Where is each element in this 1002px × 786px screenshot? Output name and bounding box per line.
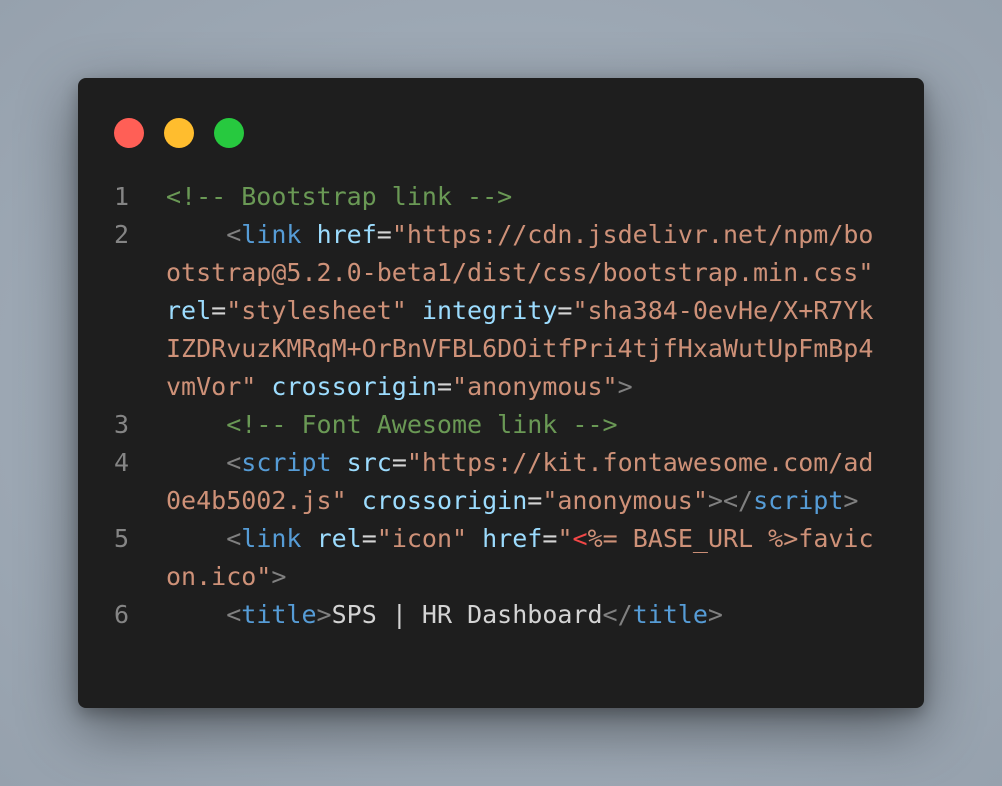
code-token-comment: <!-- Bootstrap link --> — [166, 182, 513, 211]
line-code: <title>SPS | HR Dashboard</title> — [166, 596, 876, 634]
code-line: 1 <!-- Bootstrap link --> — [78, 178, 924, 216]
line-code: <link href="https://cdn.jsdelivr.net/npm… — [166, 216, 876, 406]
code-line: 2 <link href="https://cdn.jsdelivr.net/n… — [78, 216, 924, 406]
line-number: 3 — [114, 410, 130, 439]
code-token-string: "icon" — [376, 524, 468, 553]
code-token-comment: <!-- Font Awesome link --> — [226, 410, 618, 439]
code-token-text: = — [436, 372, 453, 401]
line-number: 5 — [114, 524, 130, 553]
minimize-icon[interactable] — [164, 118, 194, 148]
line-number: 1 — [114, 182, 130, 211]
code-token-tag: title — [241, 600, 317, 629]
code-token-error: < — [572, 524, 588, 553]
code-token-tag: script — [753, 486, 844, 515]
line-code: <!-- Font Awesome link --> — [166, 406, 876, 444]
code-token-attr: href — [482, 524, 543, 553]
code-token-punct: > — [707, 600, 723, 629]
code-token-tag: title — [632, 600, 708, 629]
code-token-text: = — [376, 220, 392, 249]
line-number: 2 — [114, 220, 130, 249]
code-line: 6 <title>SPS | HR Dashboard</title> — [78, 596, 924, 634]
code-token-punct: > — [271, 562, 287, 591]
code-token-attr: src — [346, 448, 392, 477]
code-block: 1 <!-- Bootstrap link --> 2 <link href="ht… — [78, 178, 924, 634]
code-token-tag: link — [241, 524, 302, 553]
code-token-string: "anonymous" — [452, 372, 618, 401]
code-token-punct: < — [226, 448, 242, 477]
code-token-text: SPS | HR Dashboard — [331, 600, 603, 629]
code-token-punct: ></ — [707, 486, 754, 515]
code-token-attr: href — [316, 220, 377, 249]
code-token-attr: rel — [166, 296, 212, 325]
close-icon[interactable] — [114, 118, 144, 148]
line-number: 4 — [114, 448, 130, 477]
code-token-string: "stylesheet" — [226, 296, 407, 325]
code-token-attr: crossorigin — [271, 372, 437, 401]
code-line: 4 <script src="https://kit.fontawesome.c… — [78, 444, 924, 520]
code-token-punct: </ — [602, 600, 633, 629]
code-token-text: = — [211, 296, 227, 325]
code-token-text: = — [361, 524, 377, 553]
code-token-punct: > — [617, 372, 633, 401]
line-code: <link rel="icon" href="<%= BASE_URL %>fa… — [166, 520, 876, 596]
code-line: 5 <link rel="icon" href="<%= BASE_URL %>… — [78, 520, 924, 596]
code-token-text: = — [557, 296, 573, 325]
code-token-text: = — [391, 448, 407, 477]
line-number: 6 — [114, 600, 130, 629]
code-token-punct: > — [843, 486, 859, 515]
code-token-attr: integrity — [421, 296, 558, 325]
line-code: <!-- Bootstrap link --> — [166, 178, 876, 216]
code-token-punct: < — [226, 524, 242, 553]
code-token-string: " — [557, 524, 573, 553]
code-token-punct: < — [226, 220, 242, 249]
code-token-tag: link — [241, 220, 302, 249]
code-token-tag: script — [241, 448, 332, 477]
code-token-text: = — [542, 524, 558, 553]
code-token-attr: crossorigin — [361, 486, 528, 515]
code-token-string: "anonymous" — [542, 486, 708, 515]
code-token-punct: < — [226, 600, 242, 629]
code-token-attr: rel — [316, 524, 362, 553]
code-window: 1 <!-- Bootstrap link --> 2 <link href="ht… — [78, 78, 924, 708]
line-code: <script src="https://kit.fontawesome.com… — [166, 444, 876, 520]
code-token-text: = — [527, 486, 543, 515]
code-line: 3 <!-- Font Awesome link --> — [78, 406, 924, 444]
code-token-punct: > — [316, 600, 332, 629]
maximize-icon[interactable] — [214, 118, 244, 148]
